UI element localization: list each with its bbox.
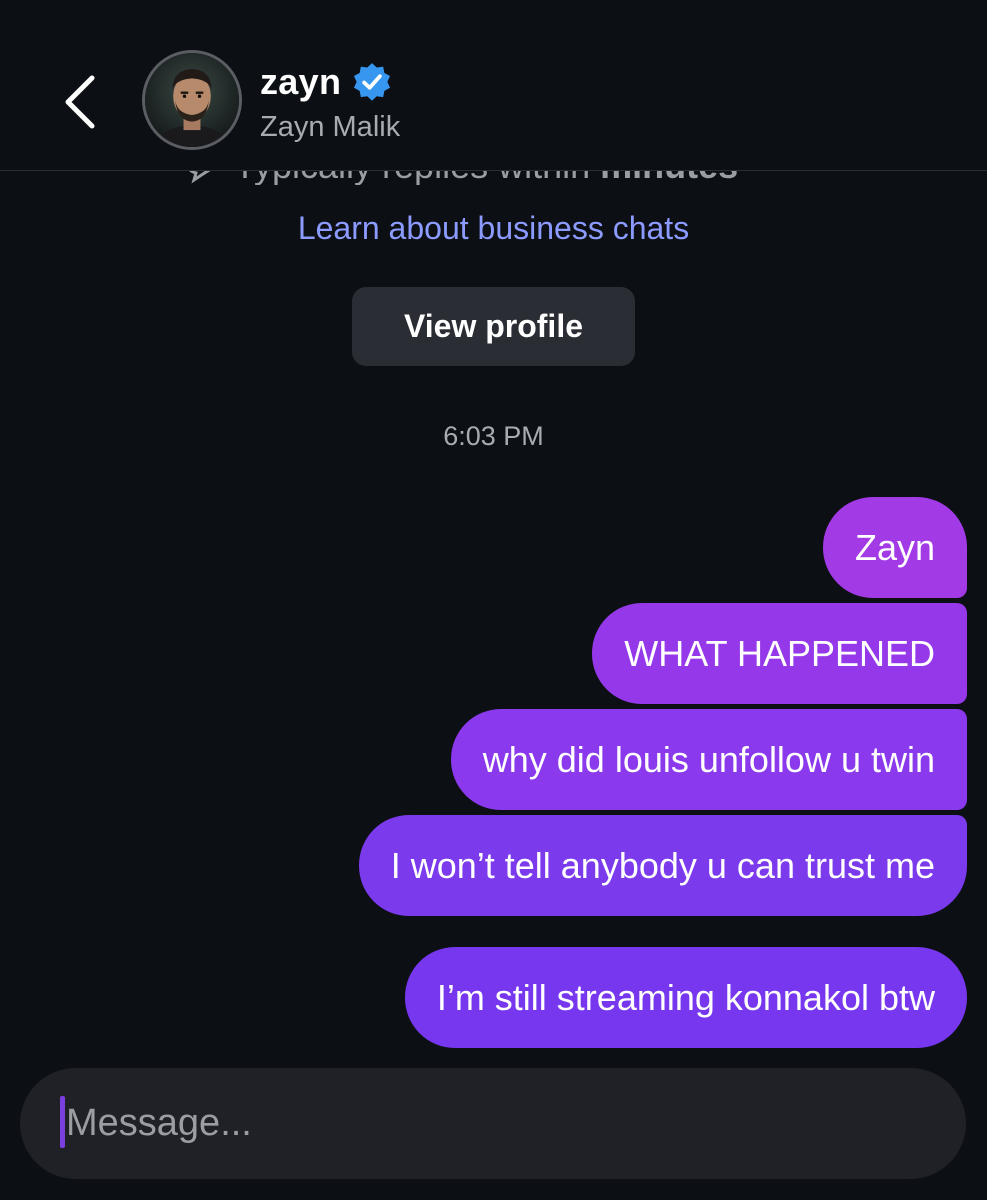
learn-business-chats-link[interactable]: Learn about business chats (0, 210, 987, 247)
reply-time-notice: Typically replies within minutes (0, 171, 987, 185)
view-profile-button[interactable]: View profile (352, 287, 635, 366)
chat-header: zayn Zayn Malik (0, 0, 987, 171)
message-bubble[interactable]: WHAT HAPPENED (592, 603, 967, 704)
avatar-photo (145, 53, 239, 147)
username-row[interactable]: zayn (260, 60, 393, 104)
message-bubble[interactable]: why did louis unfollow u twin (450, 709, 967, 810)
reply-time-text: Typically replies within (234, 171, 590, 185)
back-button[interactable] (58, 70, 102, 134)
verified-badge-icon (354, 63, 391, 101)
chat-bubble-icon (189, 171, 211, 184)
text-caret (60, 1096, 65, 1148)
message-bubble[interactable]: I won’t tell anybody u can trust me (358, 815, 967, 916)
avatar[interactable] (142, 50, 242, 150)
message-timestamp: 6:03 PM (443, 421, 544, 451)
message-bubble[interactable]: Zayn (822, 497, 967, 598)
message-input[interactable] (66, 1090, 926, 1156)
message-bubble[interactable]: I’m still streaming konnakol btw (404, 947, 967, 1048)
username: zayn (260, 61, 342, 102)
reply-time-value: minutes (600, 171, 738, 185)
chevron-left-icon (65, 75, 95, 129)
full-name: Zayn Malik (260, 111, 401, 143)
